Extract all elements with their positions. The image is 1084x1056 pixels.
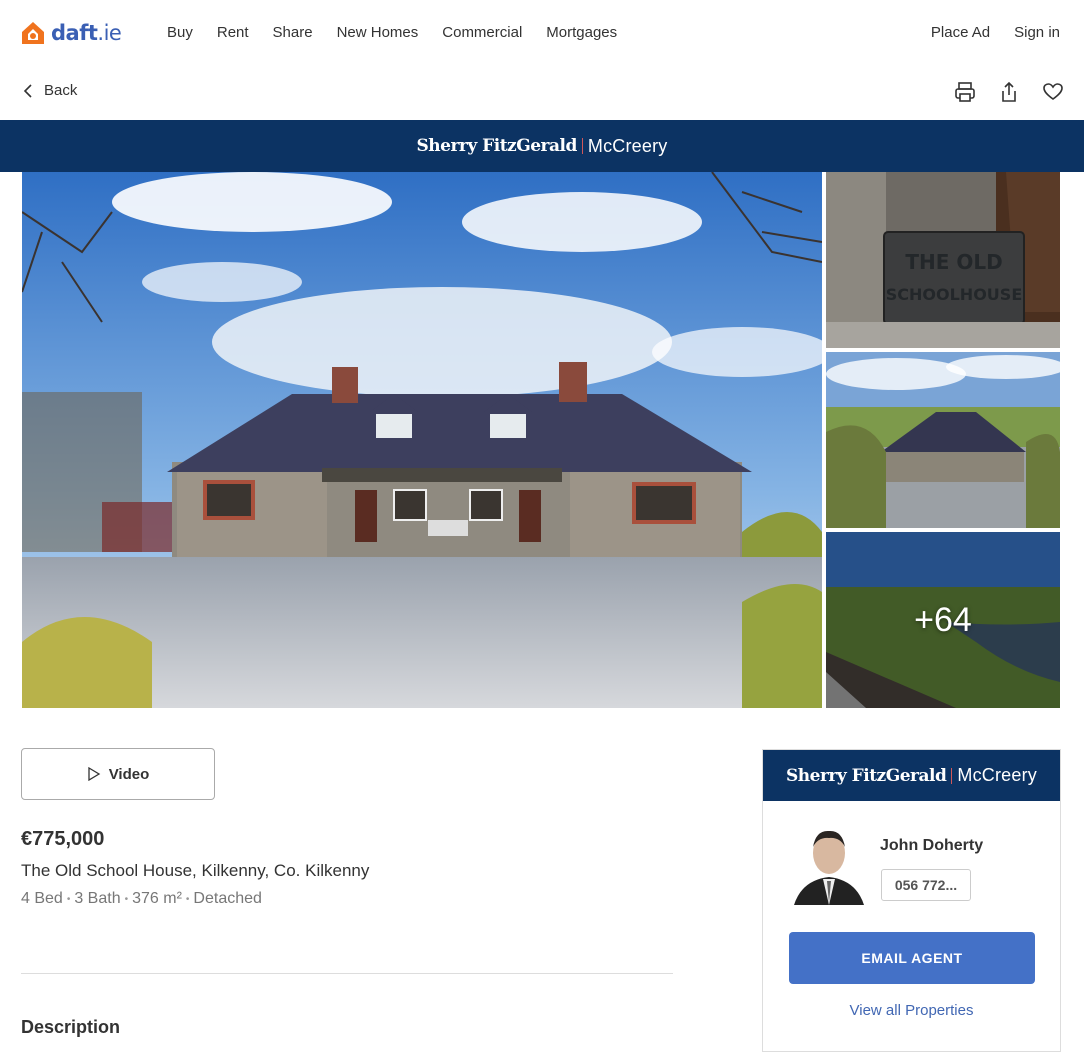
nav-link-rent[interactable]: Rent — [205, 24, 261, 41]
heart-icon — [1043, 83, 1063, 100]
sign-text-line2: SCHOOLHOUSE — [886, 285, 1023, 304]
spec-separator: • — [185, 893, 190, 905]
logo-text: daft.ie — [51, 21, 122, 45]
nav-link-mortgages[interactable]: Mortgages — [534, 24, 629, 41]
nav-link-buy[interactable]: Buy — [155, 24, 205, 41]
agent-portrait-image — [792, 825, 866, 905]
description-heading: Description — [21, 1017, 121, 1037]
floor-area: 376 m² — [132, 890, 182, 907]
video-label: Video — [108, 765, 150, 783]
agent-phone-button[interactable]: 056 772... — [881, 869, 971, 901]
save-favourite-button[interactable] — [1042, 80, 1064, 104]
gallery-thumb-more[interactable]: +64 — [826, 532, 1060, 708]
gallery-thumb[interactable]: THE OLD SCHOOLHOUSE — [826, 172, 1060, 348]
more-photos-count: +64 — [826, 532, 1060, 708]
main-nav: Buy Rent Share New Homes Commercial Mort… — [155, 24, 629, 41]
agency-name-left: Sherry FitzGerald — [786, 765, 947, 786]
baths-count: 3 Bath — [74, 890, 121, 907]
house-photo-image — [22, 172, 822, 708]
agency-name-left: Sherry FitzGerald — [416, 136, 578, 156]
agent-avatar — [792, 825, 866, 905]
agent-card: Sherry FitzGerald McCreery John Doherty … — [762, 749, 1061, 1052]
play-icon — [88, 767, 100, 781]
property-type: Detached — [193, 890, 262, 907]
view-all-properties-link[interactable]: View all Properties — [763, 1002, 1060, 1019]
sign-in-link[interactable]: Sign in — [1014, 24, 1060, 41]
nav-link-commercial[interactable]: Commercial — [430, 24, 534, 41]
place-ad-link[interactable]: Place Ad — [931, 24, 990, 41]
share-icon — [1002, 81, 1016, 102]
nav-link-share[interactable]: Share — [261, 24, 325, 41]
photo-gallery: THE OLD SCHOOLHOUSE +64 — [22, 172, 1060, 708]
agency-logo-separator — [951, 767, 953, 784]
agency-name-right: McCreery — [587, 135, 668, 156]
print-icon — [955, 82, 975, 102]
agency-logo: Sherry FitzGerald McCreery — [786, 765, 1037, 786]
section-divider — [21, 973, 673, 974]
back-label: Back — [44, 82, 78, 99]
aerial-house-image — [826, 352, 1060, 528]
back-button[interactable]: Back — [22, 82, 77, 99]
main-photo[interactable] — [22, 172, 822, 708]
top-navigation: daft.ie Buy Rent Share New Homes Commerc… — [0, 0, 1084, 68]
agent-name: John Doherty — [880, 837, 984, 854]
agency-banner: Sherry FitzGerald McCreery — [0, 120, 1084, 172]
schoolhouse-sign-image: THE OLD SCHOOLHOUSE — [826, 172, 1060, 348]
listing-specs: 4 Bed • 3 Bath • 376 m² • Detached — [21, 890, 262, 908]
house-logo-icon — [22, 22, 44, 44]
listing-actions — [954, 80, 1064, 104]
agency-logo: Sherry FitzGerald McCreery — [417, 136, 668, 157]
share-button[interactable] — [998, 80, 1020, 104]
back-bar: Back — [0, 68, 1084, 120]
sign-text-line1: THE OLD — [905, 250, 1002, 274]
agent-card-banner: Sherry FitzGerald McCreery — [763, 750, 1060, 801]
beds-count: 4 Bed — [21, 890, 63, 907]
spec-separator: • — [66, 893, 71, 905]
gallery-thumb[interactable] — [826, 352, 1060, 528]
chevron-left-icon — [23, 83, 32, 98]
agency-name-right: McCreery — [957, 765, 1037, 785]
listing-price: €775,000 — [21, 828, 105, 850]
daft-logo[interactable]: daft.ie — [20, 20, 122, 46]
email-agent-button[interactable]: EMAIL AGENT — [789, 932, 1035, 984]
listing-address: The Old School House, Kilkenny, Co. Kilk… — [21, 861, 370, 880]
spec-separator: • — [124, 893, 129, 905]
agency-logo-separator — [581, 138, 583, 154]
video-button[interactable]: Video — [21, 748, 215, 800]
print-button[interactable] — [954, 80, 976, 104]
nav-right: Place Ad Sign in — [931, 24, 1060, 41]
nav-link-new-homes[interactable]: New Homes — [325, 24, 431, 41]
